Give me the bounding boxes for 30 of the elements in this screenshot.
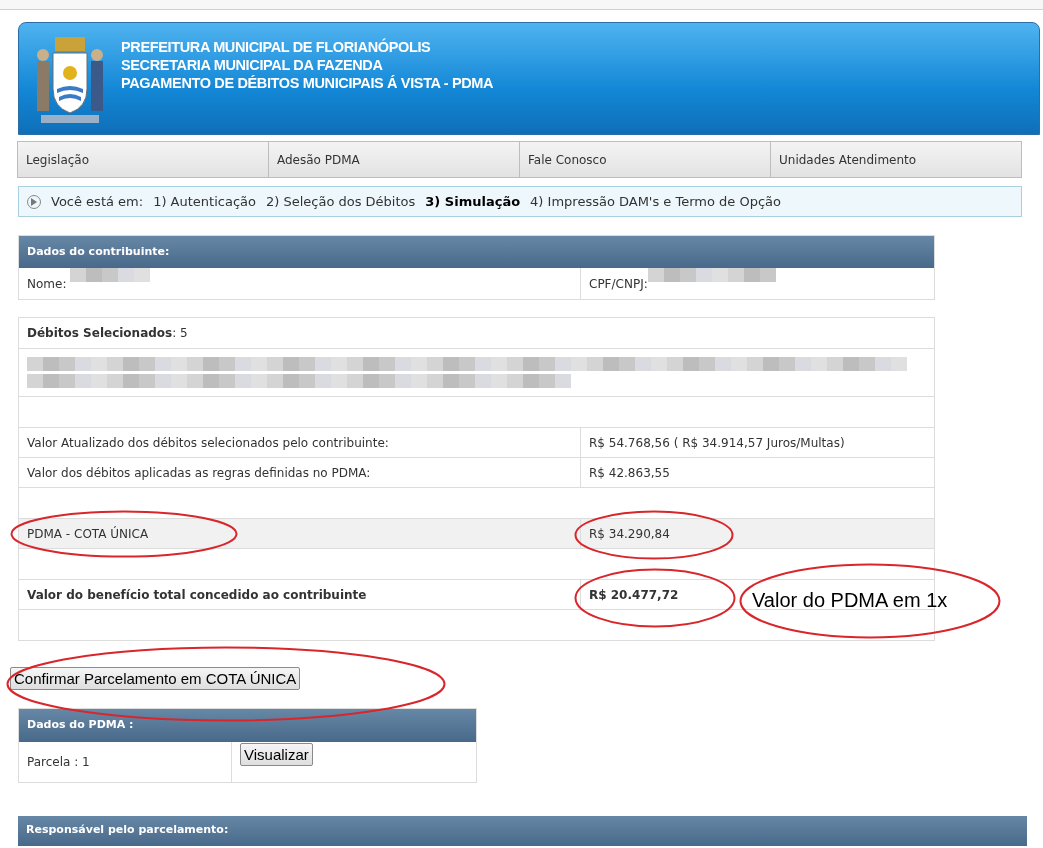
row-value: R$ 42.863,55 xyxy=(589,464,670,482)
breadcrumb-step: 3) Simulação xyxy=(425,191,521,212)
field-label: CPF/CNPJ: xyxy=(589,275,648,293)
row-label: Valor do benefício total concedido ao contribuinte xyxy=(27,586,367,604)
header-title: PREFEITURA MUNICIPAL DE FLORIANÓPOLIS xyxy=(121,37,432,56)
nav-tab[interactable]: Legislação xyxy=(17,141,269,178)
section-header: Dados do PDMA : xyxy=(19,709,476,742)
breadcrumb-step: 4) Impressão DAM's e Termo de Opção xyxy=(530,191,781,212)
view-button[interactable]: Visualizar xyxy=(240,743,313,766)
installment-label: Parcela : 1 xyxy=(27,754,90,771)
section-header: Dados do contribuinte: xyxy=(19,236,934,268)
nav-tab[interactable]: Fale Conosco xyxy=(519,141,771,178)
row-label: PDMA - COTA ÚNICA xyxy=(27,525,149,543)
row-label: Valor Atualizado dos débitos selecionados pelo contribuinte: xyxy=(27,434,389,452)
breadcrumb-step: 1) Autenticação xyxy=(153,191,256,212)
row-value: R$ 54.768,56 ( R$ 34.914,57 Juros/Multas) xyxy=(589,434,845,452)
breadcrumb-label: Você está em: xyxy=(51,192,144,211)
section-header: Responsável pelo parcelamento: xyxy=(18,816,1027,846)
row-value: R$ 20.477,72 xyxy=(589,586,679,604)
field-label: Nome: xyxy=(27,275,67,293)
row-label: Valor dos débitos aplicadas as regras definidas no PDMA: xyxy=(27,464,371,482)
breadcrumb-step: 2) Seleção dos Débitos xyxy=(265,191,416,212)
header-title: PAGAMENTO DE DÉBITOS MUNICIPAIS Á VISTA - PDMA xyxy=(121,73,494,92)
annotation-text: Valor do PDMA em 1x xyxy=(752,588,948,613)
row-value: R$ 34.290,84 xyxy=(589,525,670,543)
confirm-button[interactable]: Confirmar Parcelamento em COTA ÚNICA xyxy=(10,667,301,690)
nav-tab[interactable]: Adesão PDMA xyxy=(268,141,520,178)
selected-debts-heading: Débitos Selecionados: 5 xyxy=(27,325,188,342)
header-title: SECRETARIA MUNICIPAL DA FAZENDA xyxy=(121,55,384,74)
nav-tab[interactable]: Unidades Atendimento xyxy=(770,141,1022,178)
